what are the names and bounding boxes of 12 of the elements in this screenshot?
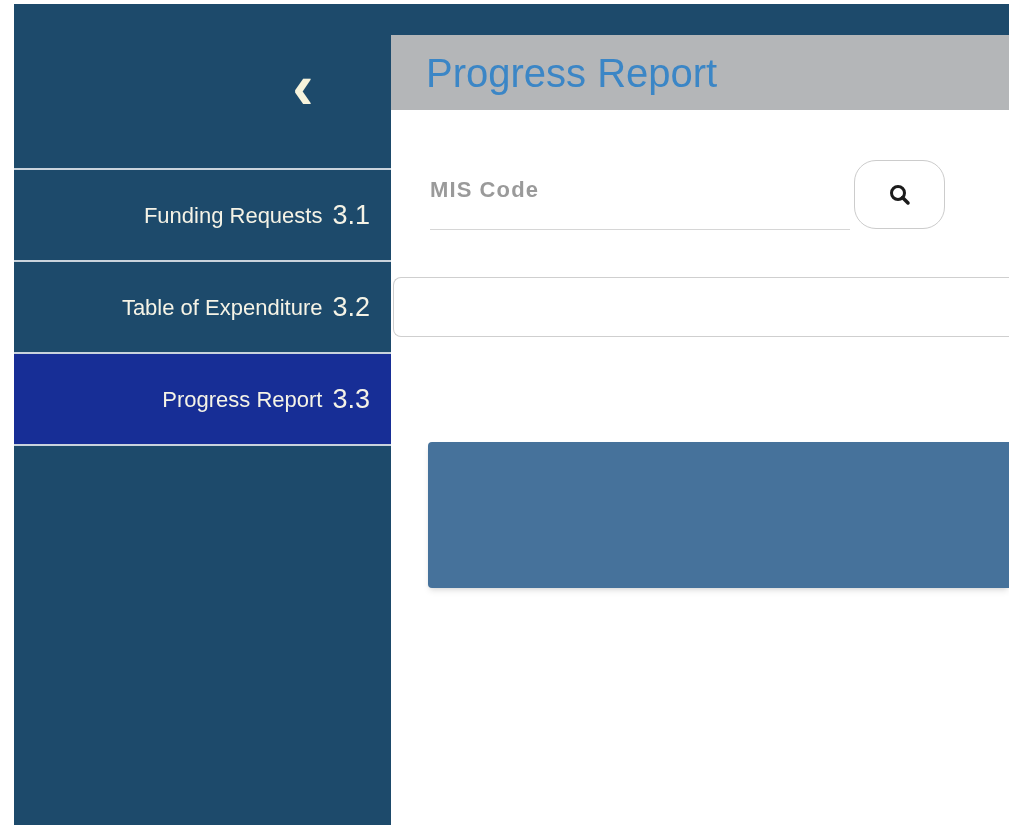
page-title: Progress Report <box>426 52 718 93</box>
item-number: 3.2 <box>332 290 370 324</box>
sidebar-item[interactable]: Progress Report 3.3 <box>14 354 391 446</box>
item-number: 3.1 <box>332 198 370 232</box>
item-label: Table of Expenditure <box>121 293 323 322</box>
item-number: 3.3 <box>332 382 370 416</box>
collapse-button[interactable]: ‹ <box>283 61 323 111</box>
search-button[interactable] <box>854 160 945 229</box>
search-icon <box>888 183 911 206</box>
item-label: Progress Report <box>162 385 323 414</box>
item-label: Funding Requests <box>143 201 323 230</box>
input-field[interactable]: MIS Code <box>430 160 850 230</box>
